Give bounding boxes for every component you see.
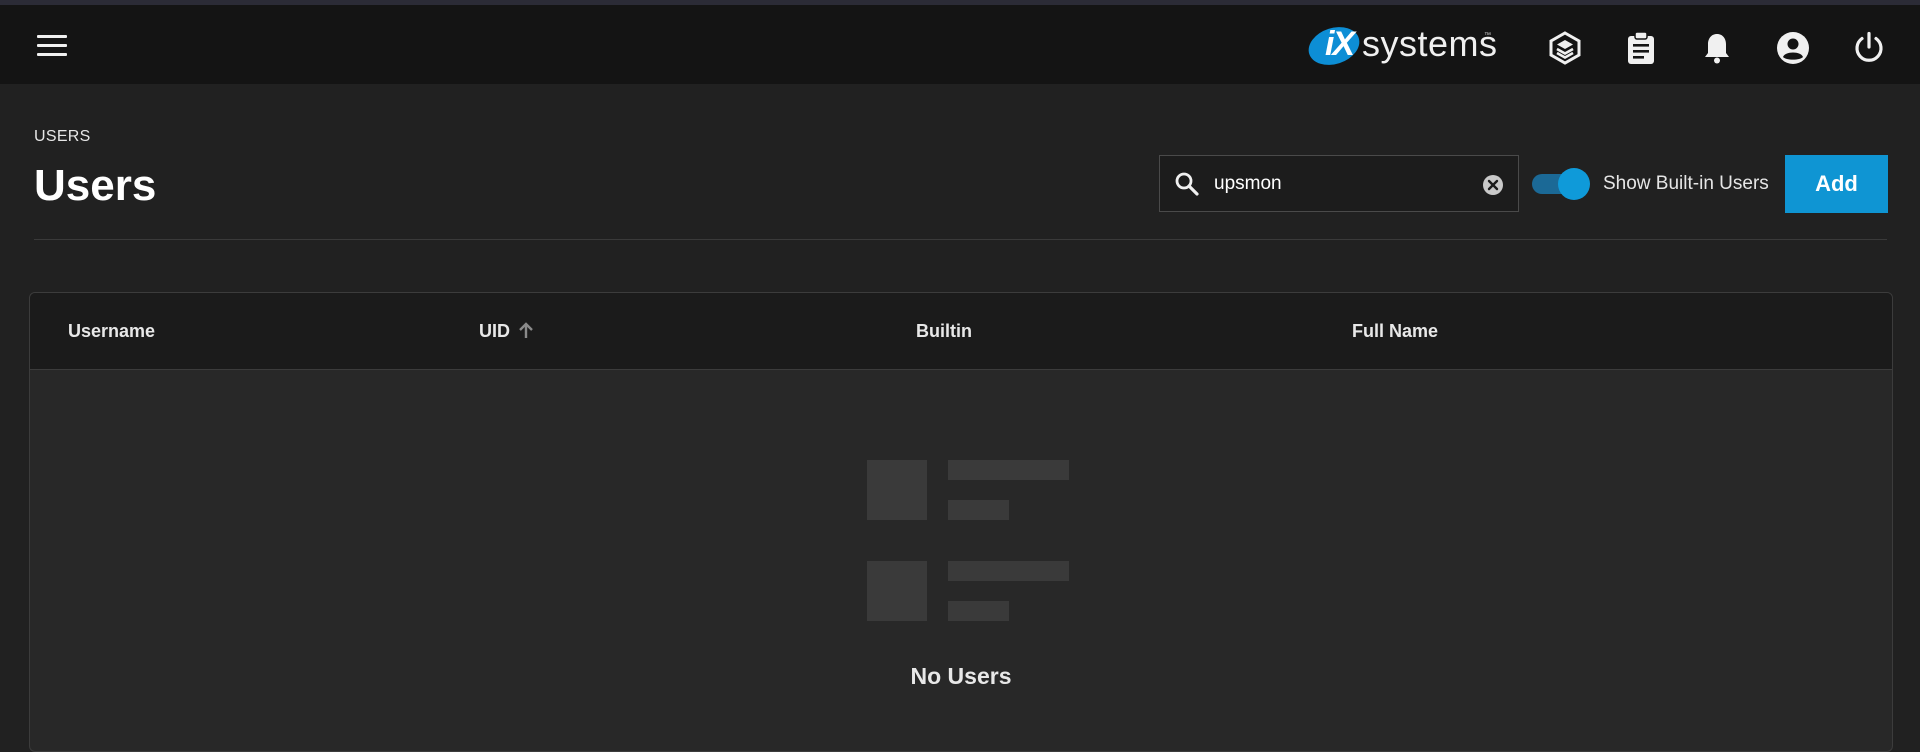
header-divider — [34, 239, 1887, 240]
column-header-full-name[interactable]: Full Name — [1352, 321, 1438, 342]
sort-ascending-icon — [518, 321, 534, 344]
account-circle-icon[interactable] — [1775, 30, 1811, 66]
column-header-builtin[interactable]: Builtin — [916, 321, 972, 342]
top-toolbar: iX systems ™ — [0, 5, 1920, 84]
search-input[interactable] — [1212, 168, 1472, 200]
empty-state-message: No Users — [910, 663, 1012, 689]
ixsystems-logo[interactable]: iX systems ™ — [1303, 20, 1497, 72]
column-header-username[interactable]: Username — [68, 321, 155, 342]
truecommand-icon[interactable] — [1547, 30, 1583, 66]
ixsystems-logo-mark-text: iX — [1324, 25, 1355, 63]
users-table: Username UID Builtin Full Name No Users — [29, 292, 1893, 752]
empty-list-illustration — [867, 460, 1069, 630]
column-header-label: UID — [479, 321, 510, 341]
menu-icon[interactable] — [34, 30, 70, 60]
clear-search-icon[interactable] — [1481, 173, 1505, 197]
show-builtin-users-toggle[interactable] — [1532, 168, 1590, 200]
add-user-button[interactable]: Add — [1785, 155, 1888, 213]
table-header: Username UID Builtin Full Name — [30, 293, 1892, 370]
show-builtin-users-label[interactable]: Show Built-in Users — [1603, 173, 1769, 195]
toggle-thumb — [1558, 168, 1590, 200]
search-field — [1159, 155, 1519, 212]
column-header-uid[interactable]: UID — [479, 321, 534, 344]
power-icon[interactable] — [1851, 30, 1887, 66]
breadcrumb: USERS — [34, 128, 91, 145]
column-header-label: Builtin — [916, 321, 972, 341]
bell-icon[interactable] — [1699, 30, 1735, 66]
ixsystems-logo-word: systems — [1362, 23, 1498, 64]
ixsystems-logo-tm: ™ — [1484, 32, 1491, 39]
column-header-label: Full Name — [1352, 321, 1439, 341]
page-title: Users — [34, 161, 157, 210]
search-icon — [1174, 171, 1200, 202]
clipboard-icon[interactable] — [1623, 30, 1659, 66]
column-header-label: Username — [68, 321, 156, 341]
